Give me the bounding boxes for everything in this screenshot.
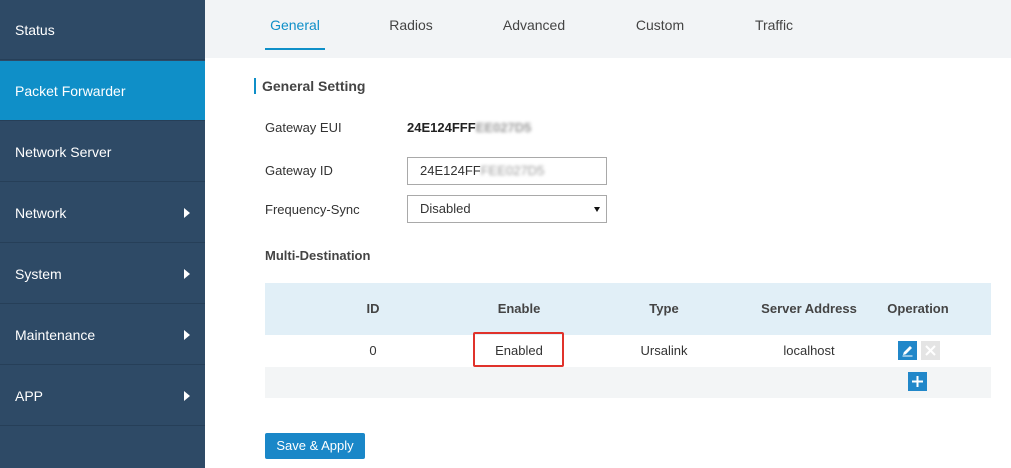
sidebar-item-label: Maintenance xyxy=(15,327,96,343)
multi-destination-heading: Multi-Destination xyxy=(265,248,371,263)
chevron-right-icon xyxy=(184,391,190,401)
sidebar-item-status[interactable]: Status xyxy=(0,0,205,60)
gateway-eui-label: Gateway EUI xyxy=(265,120,342,135)
frequency-sync-select[interactable]: Disabled xyxy=(407,195,607,223)
sidebar-item-network-server[interactable]: Network Server xyxy=(0,122,205,182)
frequency-sync-value: Disabled xyxy=(420,201,471,216)
sidebar-item-packet-forwarder[interactable]: Packet Forwarder xyxy=(0,61,205,121)
main-content: General Radios Advanced Custom Traffic G… xyxy=(205,0,1011,468)
chevron-down-icon xyxy=(594,207,600,212)
chevron-right-icon xyxy=(184,330,190,340)
save-apply-button[interactable]: Save & Apply xyxy=(265,433,365,459)
column-header-enable: Enable xyxy=(497,301,541,316)
highlight-annotation-box xyxy=(473,332,564,367)
gateway-eui-value: 24E124FFFEE027D5 xyxy=(407,120,531,135)
tab-custom[interactable]: Custom xyxy=(630,0,690,48)
section-title: General Setting xyxy=(254,78,365,94)
sidebar-item-label: Status xyxy=(15,22,55,38)
plus-icon xyxy=(912,376,923,387)
tab-bar: General Radios Advanced Custom Traffic xyxy=(205,0,1011,58)
tab-traffic[interactable]: Traffic xyxy=(748,0,800,48)
sidebar: Status Packet Forwarder Network Server N… xyxy=(0,0,205,468)
delete-button[interactable] xyxy=(921,341,940,360)
table-row: 0 Enabled Ursalink localhost xyxy=(265,335,991,367)
sidebar-item-label: Network xyxy=(15,205,67,221)
sidebar-item-system[interactable]: System xyxy=(0,244,205,304)
pencil-icon xyxy=(902,346,913,357)
tab-general[interactable]: General xyxy=(265,0,325,50)
column-header-server-address: Server Address xyxy=(761,301,857,316)
sidebar-item-network[interactable]: Network xyxy=(0,183,205,243)
chevron-right-icon xyxy=(184,269,190,279)
tab-advanced[interactable]: Advanced xyxy=(499,0,569,48)
multi-destination-table: ID Enable Type Server Address Operation … xyxy=(265,283,991,398)
sidebar-item-label: Packet Forwarder xyxy=(15,83,126,99)
add-button[interactable] xyxy=(908,372,927,391)
gateway-id-label: Gateway ID xyxy=(265,163,333,178)
sidebar-item-label: APP xyxy=(15,388,44,404)
gateway-eui-visible: 24E124FFF xyxy=(407,120,476,135)
chevron-right-icon xyxy=(184,208,190,218)
gateway-id-visible: 24E124FF xyxy=(420,163,481,178)
gateway-id-blurred: FEE027D5 xyxy=(480,163,545,178)
sidebar-item-maintenance[interactable]: Maintenance xyxy=(0,305,205,365)
cell-type: Ursalink xyxy=(640,343,688,358)
add-row xyxy=(265,367,991,398)
column-header-type: Type xyxy=(649,301,679,316)
column-header-id: ID xyxy=(366,301,380,316)
cell-id: 0 xyxy=(369,343,377,358)
gateway-id-field[interactable]: 24E124FFFEE027D5 xyxy=(407,157,607,185)
tab-radios[interactable]: Radios xyxy=(385,0,437,48)
frequency-sync-label: Frequency-Sync xyxy=(265,202,360,217)
gateway-eui-blurred: EE027D5 xyxy=(475,120,532,135)
sidebar-item-label: Network Server xyxy=(15,144,112,160)
table-header: ID Enable Type Server Address Operation xyxy=(265,283,991,335)
sidebar-item-label: System xyxy=(15,266,62,282)
cell-server-address: localhost xyxy=(783,343,835,358)
column-header-operation: Operation xyxy=(887,301,949,316)
close-icon xyxy=(925,345,936,356)
sidebar-item-app[interactable]: APP xyxy=(0,366,205,426)
edit-button[interactable] xyxy=(898,341,917,360)
